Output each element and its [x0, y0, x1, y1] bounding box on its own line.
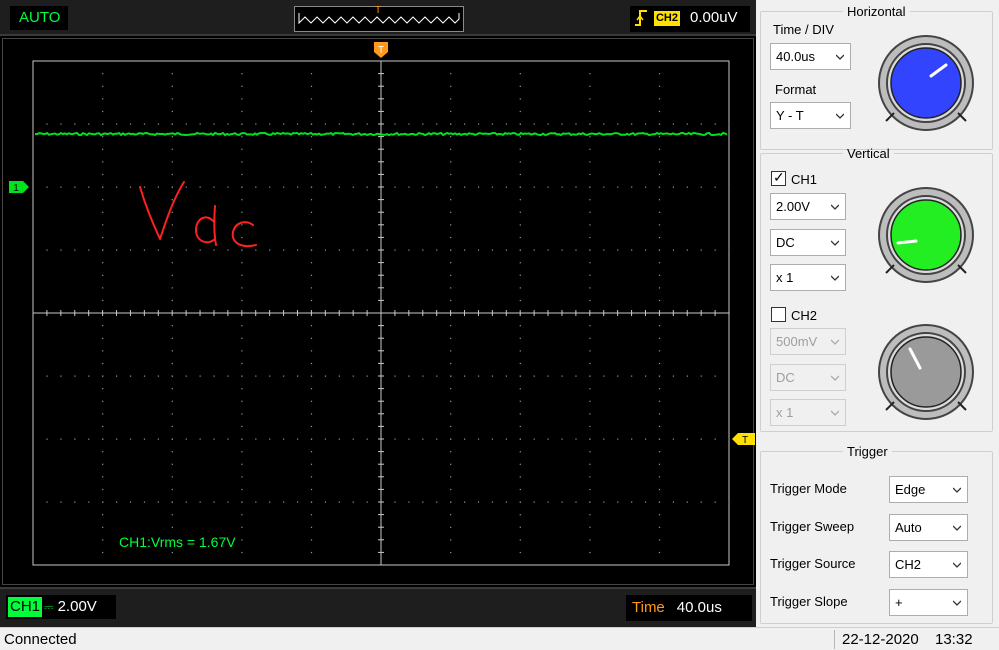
scope-area: AUTO T CH2 0.00uV T 1 T CH1:Vrms = 1.67V…: [0, 0, 756, 627]
ch1-label: CH1: [791, 172, 818, 187]
rising-edge-icon: [635, 10, 647, 26]
oscilloscope-app: AUTO T CH2 0.00uV T 1 T CH1:Vrms = 1.67V…: [0, 0, 999, 650]
checkmark-icon: ✓: [773, 169, 785, 185]
ch2-coupling-select[interactable]: DC: [770, 364, 846, 391]
ch1-volts-value: 2.00V: [776, 199, 810, 214]
ch1-scale-value: 2.00V: [57, 598, 97, 615]
preview-trigger-marker: T: [375, 5, 382, 16]
ch1-ground-marker[interactable]: 1: [9, 181, 29, 194]
trigger-mode-select[interactable]: Edge: [889, 476, 968, 503]
trigger-slope-select[interactable]: +: [889, 589, 968, 616]
trigger-source-select[interactable]: CH2: [889, 551, 968, 578]
trigger-mode-label: Trigger Mode: [770, 481, 847, 496]
waveform-display[interactable]: T 1 T CH1:Vrms = 1.67V: [3, 39, 755, 586]
chevron-down-icon: [953, 487, 961, 493]
chevron-down-icon: [953, 562, 961, 568]
timediv-select[interactable]: 40.0us: [770, 43, 851, 70]
trigger-position-preview[interactable]: T: [294, 5, 464, 32]
ch2-enable-checkbox[interactable]: [771, 307, 786, 322]
ch2-volts-knob[interactable]: [876, 322, 976, 422]
chevron-down-icon: [831, 275, 839, 281]
trigger-position-label: T: [378, 45, 384, 56]
trigger-sweep-select[interactable]: Auto: [889, 514, 968, 541]
trigger-slope-value: +: [895, 595, 903, 610]
trigger-level-value: 0.00uV: [690, 9, 738, 26]
timediv-value: 40.0us: [776, 49, 816, 64]
trigger-sweep-value: Auto: [895, 520, 922, 535]
chevron-down-icon: [836, 54, 844, 60]
ch1-enable-checkbox[interactable]: ✓: [771, 169, 786, 186]
status-bar: Connected 22-12-2020 13:32: [0, 627, 999, 650]
ch2-label: CH2: [791, 308, 818, 323]
scope-screen[interactable]: T 1 T CH1:Vrms = 1.67V: [2, 38, 755, 586]
scope-top-bar: AUTO T CH2 0.00uV: [0, 0, 756, 36]
trigger-slope-label: Trigger Slope: [770, 594, 848, 609]
ch1-volts-knob[interactable]: [876, 185, 976, 285]
time-label: Time: [632, 599, 665, 616]
chevron-down-icon: [831, 339, 839, 345]
ch1-tag: CH1: [8, 597, 43, 617]
horizontal-knob[interactable]: [876, 33, 976, 133]
ch2-coupling-value: DC: [776, 370, 795, 385]
ch1-coupling-value: DC: [776, 235, 795, 250]
vrms-measurement: CH1:Vrms = 1.67V: [119, 534, 236, 550]
ch2-volts-value: 500mV: [776, 334, 818, 349]
handwritten-vdc-annotation: [139, 181, 257, 247]
trigger-position-marker[interactable]: T: [374, 42, 388, 58]
trigger-level-marker[interactable]: T: [732, 433, 755, 446]
trigger-mode-value: Edge: [895, 482, 926, 497]
ch1-probe-select[interactable]: x 1: [770, 264, 846, 291]
trigger-source-value: CH2: [895, 557, 922, 572]
chevron-down-icon: [831, 240, 839, 246]
scope-bottom-bar: CH1 ⎓ 2.00V Time 40.0us: [0, 587, 756, 627]
chevron-down-icon: [831, 204, 839, 210]
ch1-coupling-select[interactable]: DC: [770, 229, 846, 256]
acquire-mode-indicator[interactable]: AUTO: [10, 6, 68, 30]
format-select[interactable]: Y - T: [770, 102, 851, 129]
vertical-title: Vertical: [847, 146, 890, 161]
chevron-down-icon: [953, 525, 961, 531]
ch2-volts-select[interactable]: 500mV: [770, 328, 846, 355]
format-label: Format: [775, 82, 817, 97]
ch2-probe-value: x 1: [776, 405, 794, 420]
connection-status: Connected: [4, 631, 77, 648]
ch1-volts-select[interactable]: 2.00V: [770, 193, 846, 220]
trigger-source-label: Trigger Source: [770, 556, 856, 571]
trigger-status[interactable]: CH2 0.00uV: [630, 6, 750, 32]
dc-coupling-icon: ⎓: [44, 600, 54, 614]
control-panel: Horizontal Time / DIV 40.0us Format Y - …: [756, 0, 999, 627]
trigger-channel-chip: CH2: [654, 11, 680, 26]
svg-text:T: T: [742, 435, 748, 446]
ch1-ground-label: 1: [13, 183, 19, 194]
status-date: 22-12-2020: [842, 631, 919, 648]
status-time: 13:32: [935, 631, 973, 648]
timebase-indicator[interactable]: Time 40.0us: [626, 595, 752, 621]
time-value: 40.0us: [676, 599, 722, 616]
chevron-down-icon: [953, 600, 961, 606]
ch1-scale-indicator[interactable]: CH1 ⎓ 2.00V: [6, 595, 116, 619]
chevron-down-icon: [831, 410, 839, 416]
trigger-title: Trigger: [847, 444, 888, 459]
trigger-sweep-label: Trigger Sweep: [770, 519, 855, 534]
horizontal-title: Horizontal: [847, 4, 906, 19]
ch1-probe-value: x 1: [776, 270, 794, 285]
ch2-probe-select[interactable]: x 1: [770, 399, 846, 426]
chevron-down-icon: [836, 113, 844, 119]
format-value: Y - T: [776, 108, 804, 123]
timediv-label: Time / DIV: [773, 22, 834, 37]
chevron-down-icon: [831, 375, 839, 381]
status-divider: [834, 630, 835, 649]
